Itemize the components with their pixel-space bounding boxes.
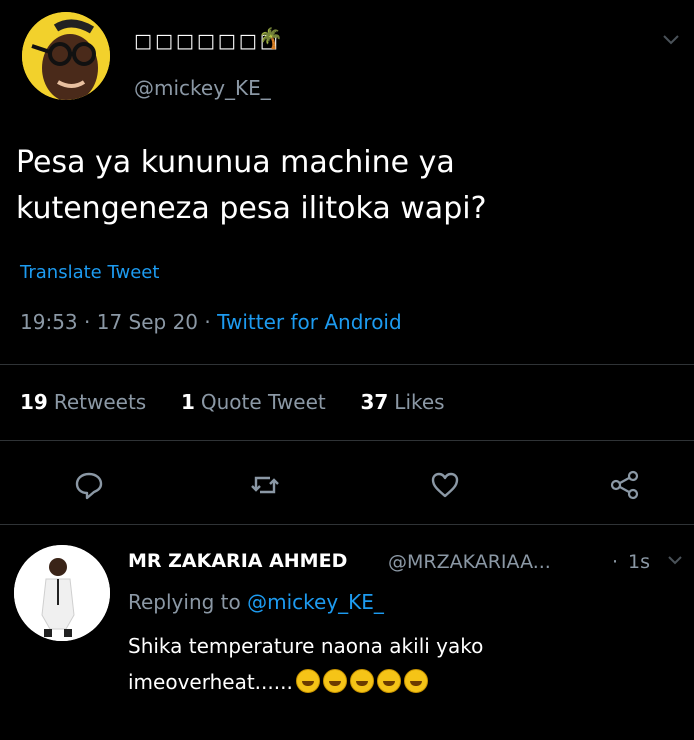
replying-to-label: Replying to [128,590,241,614]
divider [0,364,694,365]
author-handle[interactable]: @mickey_KE_ [134,76,271,100]
retweets-stat[interactable]: 19 Retweets [20,390,146,414]
reply-text-line: Shika temperature naona akili yako [128,634,484,658]
replying-to: Replying to @mickey_KE_ [128,590,384,614]
person-photo-icon [14,545,110,641]
tweet-meta: 19:53 · 17 Sep 20 · Twitter for Android [20,310,402,334]
chevron-down-icon[interactable] [666,551,684,569]
retweet-button[interactable] [248,468,282,502]
reply-author-handle[interactable]: @MRZAKARIAA... [388,551,551,573]
tweet-time[interactable]: 19:53 [20,310,78,334]
chevron-down-icon[interactable] [660,28,682,50]
share-button[interactable] [608,468,642,502]
quote-count: 1 [180,390,195,414]
rofl-emoji [349,669,374,693]
retweets-label: Retweets [53,390,147,414]
likes-stat[interactable]: 37 Likes [360,390,444,414]
share-icon [610,470,639,500]
rofl-emoji [295,669,320,693]
reply-text: Shika temperature naona akili yako imeov… [128,628,668,700]
divider [0,524,694,525]
cartoon-face-icon [22,12,110,100]
rofl-emoji [322,669,347,693]
retweets-count: 19 [20,390,48,414]
reply-button[interactable] [72,468,106,502]
source-app-link[interactable]: Twitter for Android [217,310,402,334]
reply-text-line: imeoverheat...... [128,670,293,694]
translate-tweet-link[interactable]: Translate Tweet [20,262,159,283]
author-avatar[interactable] [22,12,110,100]
separator-dot: · [84,310,91,334]
separator-dot: · [204,310,211,334]
tweet-text: Pesa ya kununua machine ya kutengeneza p… [16,140,636,232]
likes-label: Likes [394,390,445,414]
divider [0,440,694,441]
palm-tree-emoji: 🌴 [258,26,283,50]
likes-count: 37 [360,390,389,414]
reply-author-avatar[interactable] [14,545,110,641]
rofl-emoji [376,669,401,693]
reply-text-line-2: imeoverheat...... [128,664,668,700]
quote-tweets-stat[interactable]: 1 Quote Tweet [181,390,326,414]
replying-to-mention[interactable]: @mickey_KE_ [247,590,384,614]
reply-author-name[interactable]: MR ZAKARIA AHMED [128,550,347,572]
retweet-icon [251,476,279,494]
like-button[interactable] [428,468,462,502]
heart-icon [431,472,459,498]
quote-label: Quote Tweet [200,390,326,414]
reply-timestamp[interactable]: 1s [628,551,650,573]
tweet-text-line: Pesa ya kununua machine ya [16,145,455,180]
rofl-emoji [403,669,428,693]
tweet-text-line: kutengeneza pesa ilitoka wapi? [16,191,487,226]
separator-dot: · [612,551,619,573]
tweet-date[interactable]: 17 Sep 20 [97,310,198,334]
comment-bubble-icon [75,472,103,500]
tweet-stats: 19 Retweets 1 Quote Tweet 37 Likes [20,390,445,414]
